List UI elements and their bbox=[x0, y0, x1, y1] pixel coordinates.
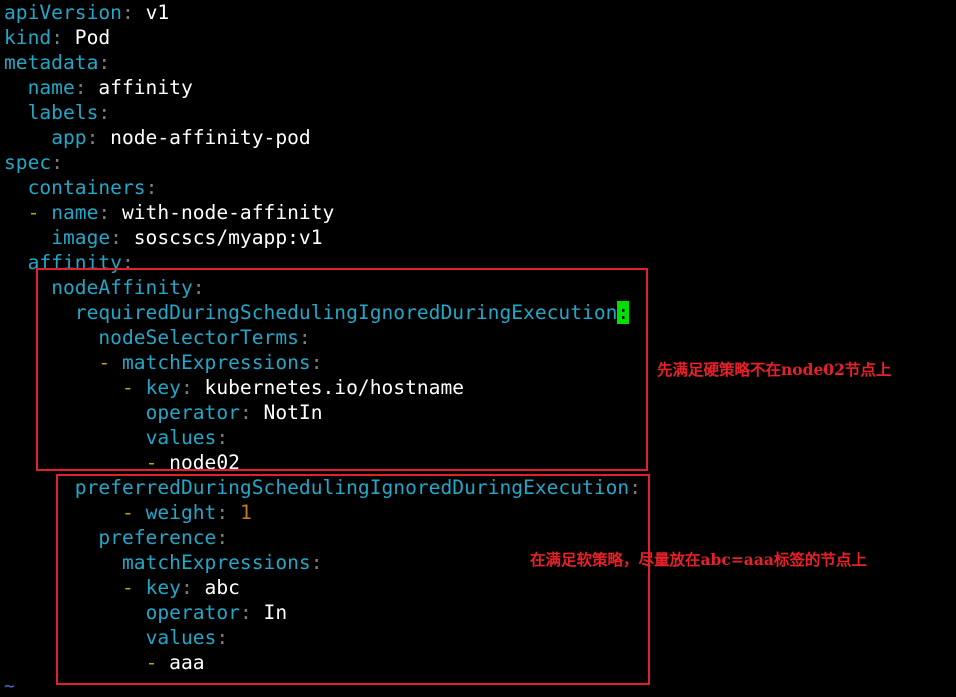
colon: : bbox=[145, 176, 158, 199]
yaml-value: node-affinity-pod bbox=[110, 126, 311, 149]
code-line[interactable]: apiVersion: v1 bbox=[4, 0, 169, 25]
colon: : bbox=[98, 201, 111, 224]
yaml-key: app bbox=[51, 126, 87, 149]
colon: : bbox=[98, 101, 111, 124]
preferred-note: 在满足软策略，尽量放在abc=aaa标签的节点上 bbox=[530, 550, 867, 569]
code-line[interactable]: - name: with-node-affinity bbox=[4, 200, 335, 225]
yaml-key: kind bbox=[4, 26, 52, 49]
yaml-key: apiVersion bbox=[4, 1, 122, 24]
code-line[interactable]: spec: bbox=[4, 150, 63, 175]
empty-line-tilde: ~ bbox=[4, 676, 15, 697]
yaml-key: labels bbox=[27, 101, 99, 124]
colon: : bbox=[51, 26, 63, 49]
required-annotation-box bbox=[36, 268, 648, 471]
code-line[interactable]: name: affinity bbox=[4, 75, 193, 100]
yaml-value: Pod bbox=[74, 26, 111, 49]
colon: : bbox=[74, 76, 87, 99]
yaml-value: v1 bbox=[145, 1, 170, 24]
code-line[interactable]: app: node-affinity-pod bbox=[4, 125, 311, 150]
yaml-value: affinity bbox=[98, 76, 193, 99]
yaml-key: name bbox=[51, 201, 99, 224]
code-line[interactable]: labels: bbox=[4, 100, 111, 125]
list-dash: - bbox=[27, 201, 52, 224]
code-line[interactable]: image: soscscs/myapp:v1 bbox=[4, 225, 323, 250]
code-line[interactable]: metadata: bbox=[4, 50, 110, 75]
code-line[interactable]: kind: Pod bbox=[4, 25, 110, 50]
preferred-annotation-box bbox=[56, 474, 650, 685]
colon: : bbox=[121, 1, 134, 24]
yaml-key: image bbox=[51, 226, 111, 249]
yaml-value: soscscs/myapp:v1 bbox=[133, 226, 323, 249]
yaml-value: with-node-affinity bbox=[121, 201, 335, 224]
colon: : bbox=[51, 151, 63, 174]
required-note: 先满足硬策略不在node02节点上 bbox=[657, 360, 892, 379]
code-line[interactable]: containers: bbox=[4, 175, 158, 200]
yaml-key: metadata bbox=[4, 51, 99, 74]
colon: : bbox=[110, 226, 122, 249]
yaml-key: containers bbox=[27, 176, 146, 199]
colon: : bbox=[86, 126, 99, 149]
colon: : bbox=[98, 51, 111, 74]
yaml-key: name bbox=[27, 76, 75, 99]
yaml-key: spec bbox=[4, 151, 52, 174]
